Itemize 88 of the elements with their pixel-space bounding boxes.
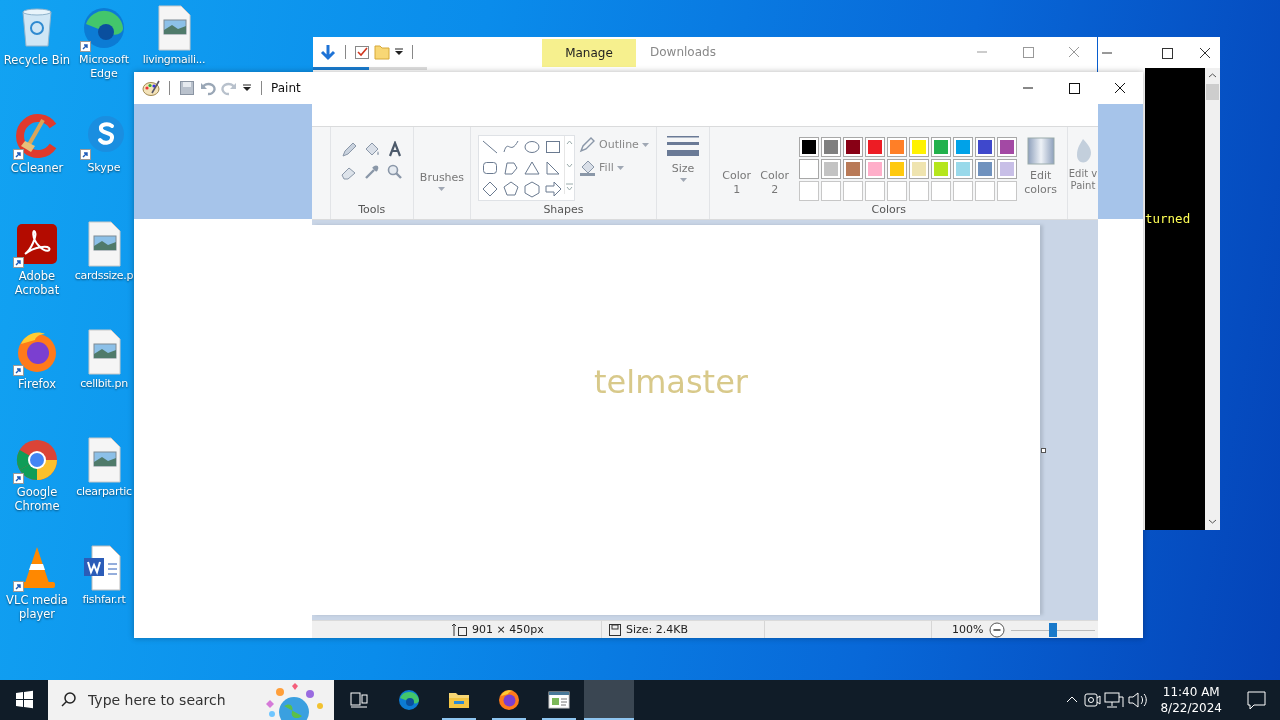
caret-icon — [438, 187, 446, 191]
desktop-icon-label[interactable]: fishfar.rt — [82, 593, 126, 607]
scrollbar[interactable] — [1205, 68, 1220, 530]
undo-icon[interactable] — [200, 80, 216, 96]
palette-icon[interactable] — [142, 79, 160, 97]
color-swatch[interactable] — [908, 137, 929, 157]
line-size-icon — [667, 135, 699, 159]
desktop-icon-label[interactable]: Recycle Bin — [1, 53, 73, 67]
color-swatch[interactable] — [864, 159, 885, 179]
magnifier-icon[interactable] — [385, 163, 404, 181]
app-window-icon — [548, 689, 570, 711]
search-icon — [60, 691, 78, 709]
redo-icon[interactable] — [221, 80, 237, 96]
save-icon[interactable] — [179, 80, 195, 96]
brushes-button[interactable]: Brushes — [419, 171, 465, 191]
window-title: Paint — [271, 81, 301, 95]
outline-button[interactable]: Outline — [579, 136, 649, 153]
desktop-icon-label[interactable]: Skype — [73, 161, 135, 175]
color-1-button[interactable]: Color 1 — [718, 169, 755, 197]
zoom-slider-thumb[interactable] — [1049, 622, 1058, 637]
outline-icon — [579, 136, 597, 153]
color-swatch[interactable] — [842, 137, 863, 157]
edit-with-paint-button[interactable]: Edit v Paint — [1068, 137, 1098, 192]
color-2-button[interactable]: Color 2 — [756, 169, 793, 197]
color-swatch[interactable] — [886, 159, 907, 179]
desktop-icon-label[interactable]: VLC media player — [1, 593, 73, 621]
group-label: Colors — [870, 203, 907, 218]
date-text: 8/22/2024 — [1160, 700, 1222, 716]
resize-handle[interactable] — [1041, 448, 1046, 453]
image-dimensions: 901 × 450px — [472, 623, 544, 636]
drawing-canvas[interactable]: telmaster — [312, 225, 1040, 615]
desktop-icon-label[interactable]: CCleaner — [1, 161, 73, 175]
desktop-icon-label[interactable]: Google Chrome — [1, 485, 73, 513]
desktop-icon-label[interactable]: Adobe Acrobat — [1, 269, 73, 297]
zoom-level: 100% — [952, 623, 984, 636]
fill-bucket-icon — [579, 159, 597, 176]
color-swatch[interactable] — [798, 159, 819, 179]
color-swatch[interactable] — [864, 137, 885, 157]
shape-gallery[interactable] — [478, 135, 576, 201]
color-swatch[interactable] — [996, 159, 1017, 179]
desktop-icon-label[interactable]: cellbit.pn — [80, 377, 128, 391]
group-label: Shapes — [542, 203, 585, 218]
checklist-icon[interactable] — [354, 44, 370, 60]
desktop-icon-label[interactable]: Firefox — [1, 377, 73, 391]
console-text: turned — [1145, 211, 1192, 226]
color-swatch[interactable] — [842, 159, 863, 179]
firefox-icon — [498, 689, 520, 711]
caret-icon — [679, 178, 687, 182]
color-swatch[interactable] — [886, 137, 907, 157]
color-swatch[interactable] — [996, 137, 1017, 157]
color-swatch[interactable] — [820, 137, 841, 157]
clock[interactable]: 11:40 AM 8/22/2024 — [1150, 680, 1232, 720]
zoom-out-icon[interactable] — [989, 621, 1006, 638]
desktop-icon-label[interactable]: livingmaili... — [142, 53, 206, 67]
edit-colors-button[interactable]: Edit colors — [1022, 137, 1059, 197]
desktop-icon-label[interactable]: Microsoft Edge — [73, 53, 135, 81]
desktop-icon-label[interactable]: cardssize.p — [74, 269, 134, 283]
color-swatch[interactable] — [974, 137, 995, 157]
color-swatch[interactable] — [952, 137, 973, 157]
color-swatch[interactable] — [820, 159, 841, 179]
color-swatch[interactable] — [974, 159, 995, 179]
color-swatch[interactable] — [930, 137, 951, 157]
color-swatch[interactable] — [952, 159, 973, 179]
shape-icon[interactable] — [522, 179, 543, 199]
fill-button[interactable]: Fill — [579, 159, 649, 176]
window-title: Downloads — [649, 45, 717, 59]
context-tab[interactable]: Manage — [542, 39, 636, 67]
size-button[interactable]: Size — [667, 135, 699, 198]
down-arrow-icon[interactable] — [319, 43, 337, 61]
color-swatch[interactable] — [908, 159, 929, 179]
color-swatch[interactable] — [798, 137, 819, 157]
group-label: Tools — [357, 203, 387, 218]
search-field[interactable]: Type here to search — [86, 691, 250, 709]
gallery-scroll-icon[interactable] — [564, 136, 575, 194]
color-swatch[interactable] — [930, 159, 951, 179]
dimensions-icon — [452, 622, 468, 637]
desktop-icon-label[interactable]: clearpartic — [76, 485, 132, 499]
edit-colors-icon — [1026, 137, 1055, 165]
pencil-icon[interactable] — [339, 141, 358, 159]
search-box[interactable]: Type here to search — [48, 680, 334, 720]
task-view-icon — [348, 689, 370, 711]
caret-icon — [616, 165, 624, 170]
file-size: Size: 2.4KB — [626, 623, 689, 636]
time-text: 11:40 AM — [1162, 684, 1220, 700]
caret-icon — [641, 142, 649, 147]
shape-icon[interactable] — [543, 179, 564, 199]
edge-icon — [398, 689, 420, 711]
canvas-text: telmaster — [594, 362, 748, 401]
